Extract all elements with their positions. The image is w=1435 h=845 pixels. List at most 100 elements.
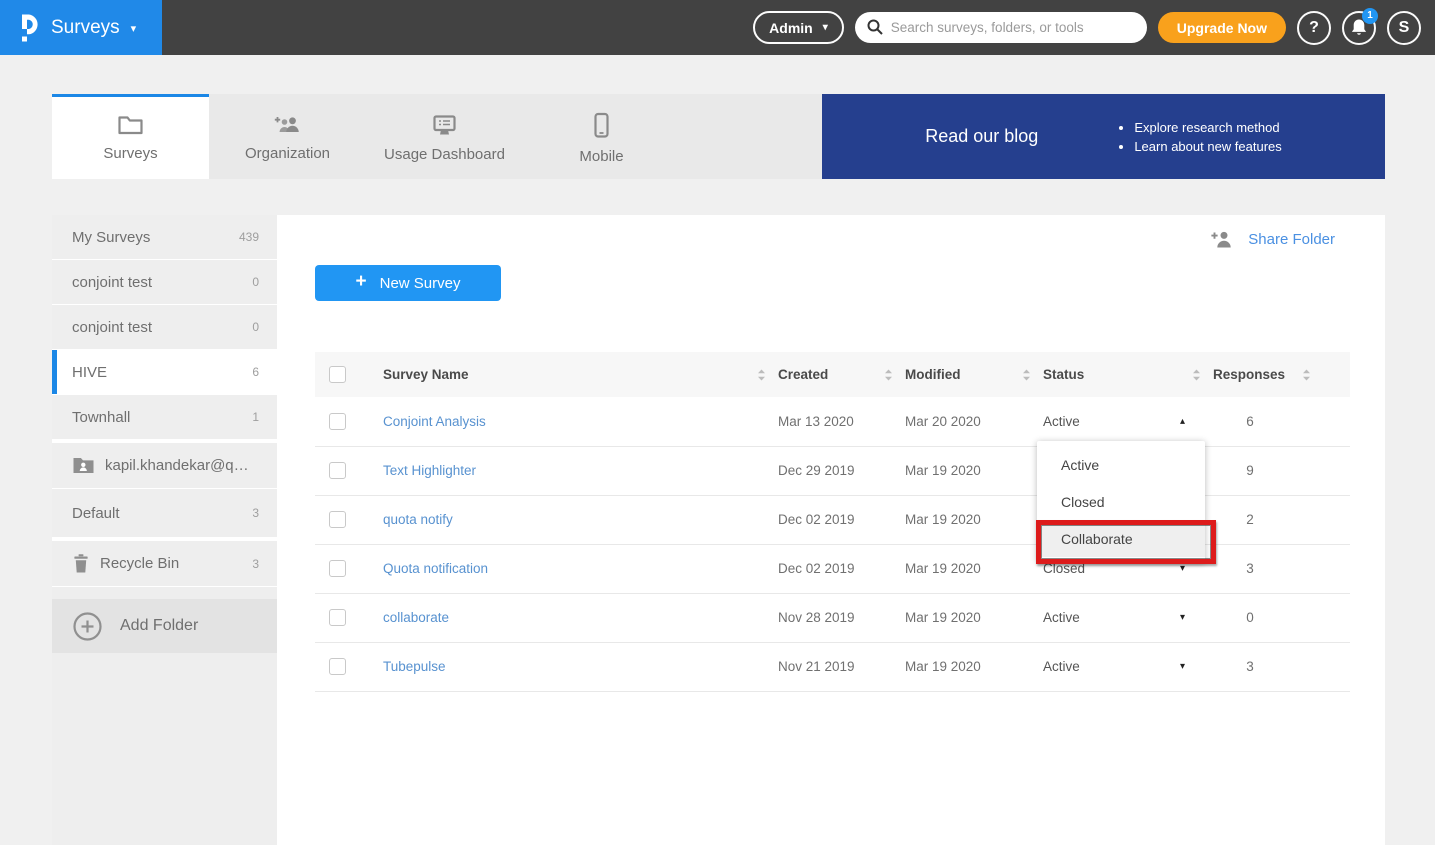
row-checkbox[interactable] <box>329 413 346 430</box>
tab-label: Surveys <box>103 145 157 162</box>
row-checkbox[interactable] <box>329 511 346 528</box>
created-date: Nov 28 2019 <box>770 593 897 642</box>
survey-name-link[interactable]: Tubepulse <box>383 659 446 674</box>
modified-date: Mar 19 2020 <box>897 446 1035 495</box>
app: Surveys ▾ Admin ▾ Upgrade Now ? 1 S <box>0 0 1435 845</box>
column-responses: Responses <box>1213 367 1285 382</box>
admin-dropdown[interactable]: Admin ▾ <box>753 11 844 44</box>
upgrade-now-button[interactable]: Upgrade Now <box>1158 12 1286 43</box>
select-all-checkbox[interactable] <box>329 366 346 383</box>
status-value: Active <box>1043 659 1080 674</box>
sidebar-item-kapil-khandekar-que[interactable]: kapil.khandekar@que... <box>52 440 277 489</box>
chevron-down-icon: ▾ <box>131 22 137 35</box>
mobile-icon <box>593 112 610 139</box>
survey-name-link[interactable]: collaborate <box>383 610 449 625</box>
chevron-down-icon: ▾ <box>1180 612 1185 623</box>
banner-bullet: Learn about new features <box>1134 139 1281 154</box>
sidebar-item-recycle-bin[interactable]: Recycle Bin 3 <box>52 538 277 587</box>
tab-organization[interactable]: Organization <box>209 94 366 179</box>
sidebar-item-my-surveys[interactable]: My Surveys439 <box>52 215 277 260</box>
status-value: Active <box>1043 610 1080 625</box>
section-tabs-strip: Surveys Organization Usage Dashboard Mobile… <box>52 94 1385 179</box>
organization-icon <box>273 114 303 136</box>
folder-count: 3 <box>252 557 259 571</box>
row-checkbox[interactable] <box>329 462 346 479</box>
modified-date: Mar 19 2020 <box>897 593 1035 642</box>
row-checkbox[interactable] <box>329 658 346 675</box>
status-dropdown-menu: ActiveClosedCollaborate <box>1037 441 1205 562</box>
blog-banner-bullets: Explore research methodLearn about new f… <box>1116 116 1281 158</box>
sort-icon[interactable] <box>1192 369 1201 381</box>
notifications-button[interactable]: 1 <box>1342 11 1376 45</box>
modified-date: Mar 20 2020 <box>897 397 1035 446</box>
share-person-icon <box>1210 230 1235 249</box>
tab-label: Mobile <box>579 148 623 165</box>
status-dropdown-trigger[interactable]: Active ▾ <box>1043 610 1185 625</box>
sidebar-item-townhall[interactable]: Townhall1 <box>52 395 277 440</box>
folder-label: My Surveys <box>72 229 229 246</box>
column-created: Created <box>778 367 828 382</box>
folder-count: 0 <box>252 275 259 289</box>
section-tabs: Surveys Organization Usage Dashboard Mobile <box>52 94 822 179</box>
help-button[interactable]: ? <box>1297 11 1331 45</box>
sidebar-item-hive[interactable]: HIVE6 <box>52 350 277 395</box>
share-folder-link[interactable]: Share Folder <box>1248 231 1335 248</box>
sort-icon[interactable] <box>1022 369 1031 381</box>
global-search <box>855 12 1147 43</box>
blog-banner-link[interactable]: Read our blog <box>925 126 1038 147</box>
tab-mobile[interactable]: Mobile <box>523 94 680 179</box>
add-folder-label: Add Folder <box>120 617 198 635</box>
sidebar-item-conjoint-test[interactable]: conjoint test0 <box>52 305 277 350</box>
modified-date: Mar 19 2020 <box>897 544 1035 593</box>
question-mark-icon: ? <box>1309 19 1319 37</box>
tab-usage-dashboard[interactable]: Usage Dashboard <box>366 94 523 179</box>
status-dropdown-trigger[interactable]: Active ▾ <box>1043 659 1185 674</box>
survey-name-link[interactable]: Text Highlighter <box>383 463 476 478</box>
folders-sidebar: My Surveys439conjoint test0conjoint test… <box>52 215 277 845</box>
questionpro-logo-icon <box>16 12 40 44</box>
modified-date: Mar 19 2020 <box>897 495 1035 544</box>
table-header-row: Survey Name Created Modified Status <box>315 352 1350 397</box>
table-row: TubepulseNov 21 2019Mar 19 2020Active▾3 <box>315 642 1350 691</box>
sidebar-item-conjoint-test[interactable]: conjoint test0 <box>52 260 277 305</box>
chevron-down-icon: ▾ <box>1180 563 1185 574</box>
sort-icon[interactable] <box>884 369 893 381</box>
content-card: My Surveys439conjoint test0conjoint test… <box>52 215 1385 845</box>
table-row: collaborate Nov 28 2019Mar 19 2020 Active ▾… <box>315 593 1350 642</box>
new-survey-button[interactable]: + New Survey <box>315 265 501 301</box>
status-option-active[interactable]: Active <box>1037 446 1205 483</box>
sort-icon[interactable] <box>757 369 766 381</box>
status-dropdown-trigger[interactable]: Closed ▾ <box>1043 561 1185 576</box>
row-checkbox[interactable] <box>329 560 346 577</box>
sidebar-item-default[interactable]: Default3 <box>52 489 277 538</box>
sort-icon[interactable] <box>1302 369 1311 381</box>
survey-name-link[interactable]: Quota notification <box>383 561 488 576</box>
folder-count: 1 <box>252 410 259 424</box>
product-menu[interactable]: Surveys ▾ <box>0 0 162 55</box>
avatar-initial: S <box>1399 19 1410 37</box>
notification-badge: 1 <box>1362 8 1378 24</box>
add-folder-button[interactable]: Add Folder <box>52 599 277 653</box>
topbar-actions: Admin ▾ Upgrade Now ? 1 S <box>753 0 1421 55</box>
status-option-collaborate[interactable]: Collaborate <box>1037 520 1205 557</box>
survey-name-link[interactable]: quota notify <box>383 512 453 527</box>
table-row: Conjoint AnalysisMar 13 2020Mar 20 2020A… <box>315 397 1350 446</box>
row-checkbox[interactable] <box>329 609 346 626</box>
survey-name-link[interactable]: Conjoint Analysis <box>383 414 486 429</box>
column-survey-name: Survey Name <box>383 367 469 382</box>
tab-label: Organization <box>245 145 330 162</box>
tab-label: Usage Dashboard <box>384 146 505 163</box>
tab-surveys[interactable]: Surveys <box>52 94 209 179</box>
folder-label: Recycle Bin <box>100 555 242 572</box>
folder-label: Default <box>72 505 242 522</box>
responses-count: 6 <box>1205 397 1315 446</box>
chevron-down-icon: ▾ <box>1180 661 1185 672</box>
user-avatar[interactable]: S <box>1387 11 1421 45</box>
product-name: Surveys <box>51 17 120 39</box>
status-option-closed[interactable]: Closed <box>1037 483 1205 520</box>
search-input[interactable] <box>855 12 1147 43</box>
status-value: Closed <box>1043 561 1085 576</box>
status-dropdown-trigger[interactable]: Active▴ <box>1043 414 1185 429</box>
responses-count: 3 <box>1205 642 1315 691</box>
top-navigation-bar: Surveys ▾ Admin ▾ Upgrade Now ? 1 S <box>0 0 1435 55</box>
